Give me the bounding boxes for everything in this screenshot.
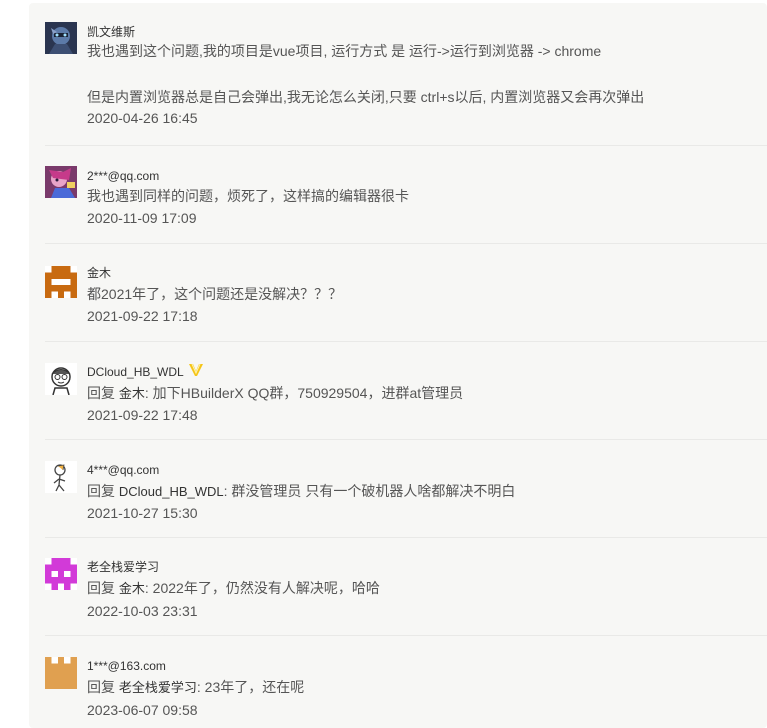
comment-text-line: 回复 金木: 加下HBuilderX QQ群，750929504，进群at管理员 — [87, 383, 463, 404]
comment-panel: 凯文维斯 我也遇到这个问题,我的项目是vue项目, 运行方式 是 运行->运行到… — [29, 3, 767, 728]
reply-prefix: 回复 — [87, 580, 115, 596]
comment-item: DCloud_HB_WDL 回复 金木: 加下HBuilderX QQ群，750… — [29, 342, 767, 440]
comment-username[interactable]: 2***@qq.com — [87, 169, 159, 183]
comment-item: 4***@qq.com 回复 DCloud_HB_WDL: 群没管理员 只有一个… — [29, 440, 767, 538]
reply-to-username[interactable]: 金木 — [119, 386, 145, 401]
tan-pixel-avatar-icon[interactable] — [45, 657, 77, 689]
sketch-figure-avatar-icon[interactable] — [45, 461, 77, 493]
magenta-pixel-avatar-icon[interactable] — [45, 558, 77, 590]
comment-timestamp: 2020-04-26 16:45 — [87, 110, 198, 126]
comment-timestamp: 2021-10-27 15:30 — [87, 505, 198, 521]
reply-text: : 群没管理员 只有一个破机器人啥都解决不明白 — [223, 483, 516, 499]
comment-username[interactable]: 金木 — [87, 266, 111, 280]
reply-to-username[interactable]: DCloud_HB_WDL — [119, 484, 224, 499]
comment-timestamp: 2022-10-03 23:31 — [87, 603, 198, 619]
comment-timestamp: 2021-09-22 17:18 — [87, 308, 198, 324]
comment-item: 老全栈爱学习 回复 金木: 2022年了，仍然没有人解决呢，哈哈 2022-10… — [29, 538, 767, 636]
reply-prefix: 回复 — [87, 385, 115, 401]
comment-item: 金木 都2021年了，这个问题还是没解决？？？ 2021-09-22 17:18 — [29, 244, 767, 342]
comment-text-line: 但是内置浏览器总是自己会弹出,我无论怎么关闭,只要 ctrl+s以后, 内置浏览… — [87, 89, 645, 105]
cartoon-face-avatar-icon[interactable] — [45, 363, 77, 395]
comment-item: 凯文维斯 我也遇到这个问题,我的项目是vue项目, 运行方式 是 运行->运行到… — [29, 3, 767, 146]
comment-text-line: 回复 金木: 2022年了，仍然没有人解决呢，哈哈 — [87, 578, 380, 599]
comment-item: 2***@qq.com 我也遇到同样的问题，烦死了，这样搞的编辑器很卡 2020… — [29, 146, 767, 244]
comment-timestamp: 2023-06-07 09:58 — [87, 702, 198, 718]
anime-character-avatar-icon[interactable] — [45, 166, 77, 198]
comment-text-line: 我也遇到同样的问题，烦死了，这样搞的编辑器很卡 — [87, 188, 409, 204]
reply-to-username[interactable]: 金木 — [119, 581, 145, 596]
username-text[interactable]: DCloud_HB_WDL — [87, 365, 184, 379]
comment-username[interactable]: DCloud_HB_WDL — [87, 363, 204, 380]
reply-text: : 23年了，还在呢 — [196, 679, 305, 695]
reply-to-username[interactable]: 老全栈爱学习 — [119, 680, 197, 695]
comment-timestamp: 2021-09-22 17:48 — [87, 407, 198, 423]
comment-username[interactable]: 4***@qq.com — [87, 463, 159, 477]
comment-username[interactable]: 1***@163.com — [87, 659, 166, 673]
comment-text-line: 回复 DCloud_HB_WDL: 群没管理员 只有一个破机器人啥都解决不明白 — [87, 481, 515, 502]
reply-text: : 加下HBuilderX QQ群，750929504，进群at管理员 — [144, 385, 464, 401]
comment-text-line: 都2021年了，这个问题还是没解决？？？ — [87, 286, 343, 302]
comment-username[interactable]: 凯文维斯 — [87, 25, 135, 39]
comment-text-line: 回复 老全栈爱学习: 23年了，还在呢 — [87, 677, 304, 698]
reply-prefix: 回复 — [87, 483, 115, 499]
orange-pixel-avatar-icon[interactable] — [45, 266, 77, 298]
comment-item: 1***@163.com 回复 老全栈爱学习: 23年了，还在呢 2023-06… — [29, 636, 767, 728]
comment-username[interactable]: 老全栈爱学习 — [87, 560, 159, 574]
comment-timestamp: 2020-11-09 17:09 — [87, 210, 197, 226]
dark-robot-avatar-icon[interactable] — [45, 22, 77, 54]
comment-text-line: 我也遇到这个问题,我的项目是vue项目, 运行方式 是 运行->运行到浏览器 -… — [87, 43, 602, 59]
reply-text: : 2022年了，仍然没有人解决呢，哈哈 — [144, 580, 380, 596]
v-badge-icon — [188, 363, 204, 380]
reply-prefix: 回复 — [87, 679, 115, 695]
